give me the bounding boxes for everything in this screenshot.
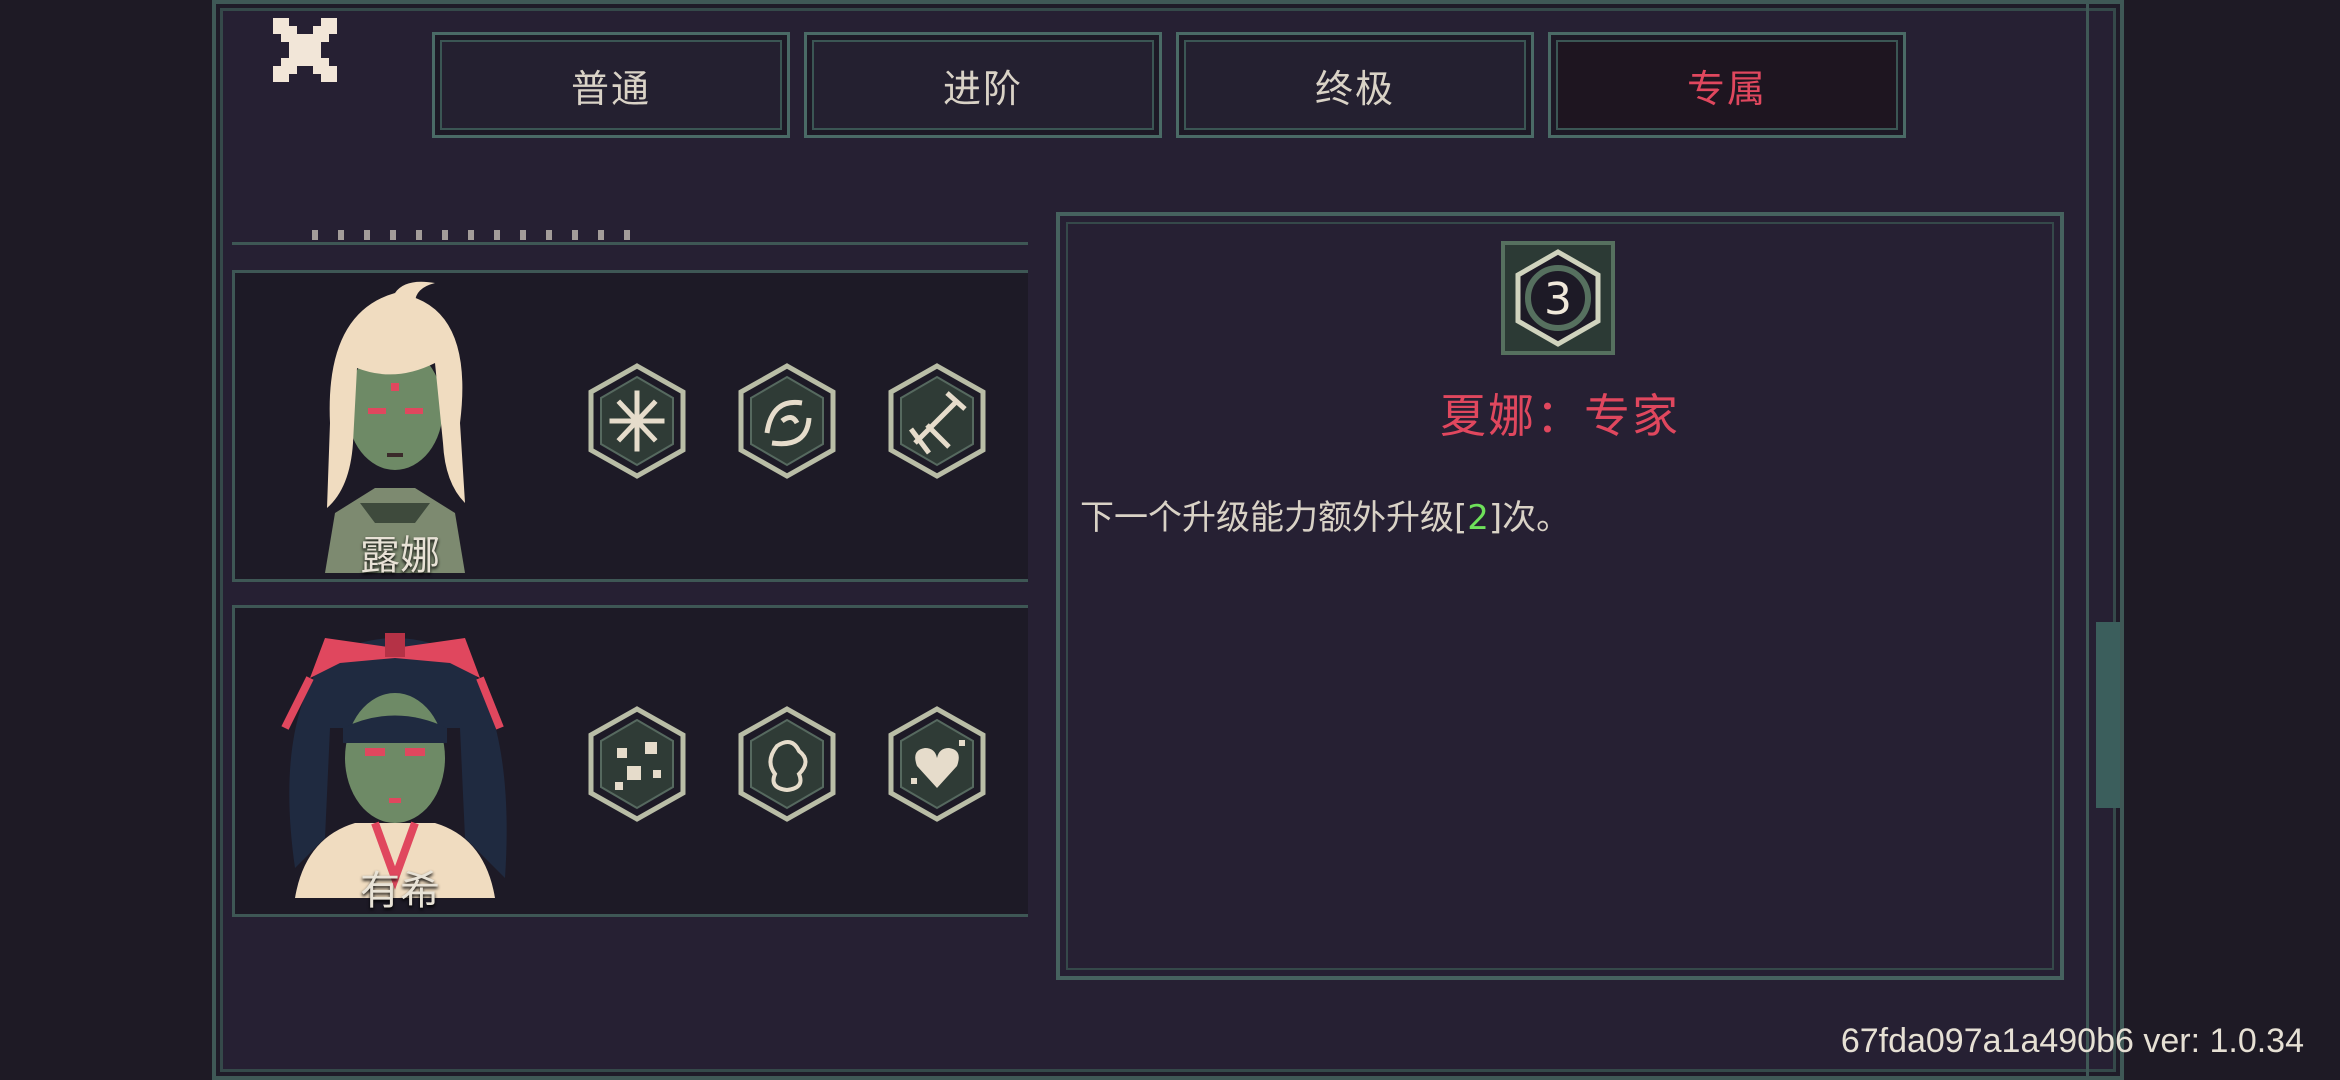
character-card-luna[interactable]: 露娜 xyxy=(232,270,1028,582)
character-name: 有希 xyxy=(360,868,440,914)
tab-normal[interactable]: 普通 xyxy=(432,32,790,138)
version-label: 67fda097a1a490b6 ver: 1.0.34 xyxy=(1840,1022,2304,1060)
screen: 普通 进阶 终极 专属 露娜 有希 3 夏娜：专家 下一个升级能力额外升级[2]… xyxy=(0,0,2340,1080)
list-divider xyxy=(232,230,1028,245)
rank-badge-icon: 3 xyxy=(1501,241,1615,355)
rank-number: 3 xyxy=(1544,274,1572,325)
character-card-yuki[interactable]: 有希 xyxy=(232,605,1028,917)
character-name: 露娜 xyxy=(360,533,440,579)
close-button[interactable] xyxy=(265,10,345,90)
bloom-skill-icon[interactable] xyxy=(587,706,687,822)
comet-skill-icon[interactable] xyxy=(887,363,987,479)
scroll-track[interactable] xyxy=(2086,0,2126,1080)
tab-ultimate[interactable]: 终极 xyxy=(1176,32,1534,138)
detail-description: 下一个升级能力额外升级[2]次。 xyxy=(1080,490,1570,539)
character-list[interactable]: 露娜 有希 xyxy=(232,225,1028,935)
detail-title: 夏娜：专家 xyxy=(1440,389,1680,443)
scroll-thumb[interactable] xyxy=(2096,622,2120,808)
tab-exclusive[interactable]: 专属 xyxy=(1548,32,1906,138)
heart-skill-icon[interactable] xyxy=(887,706,987,822)
swirl-skill-icon[interactable] xyxy=(737,363,837,479)
desc-suffix: ]次。 xyxy=(1488,498,1571,538)
starburst-skill-icon[interactable] xyxy=(587,363,687,479)
upgrade-count: 2 xyxy=(1467,498,1489,538)
desc-prefix: 下一个升级能力额外升级[ xyxy=(1080,498,1468,538)
tab-advanced[interactable]: 进阶 xyxy=(804,32,1162,138)
spirit-skill-icon[interactable] xyxy=(737,706,837,822)
close-icon xyxy=(273,18,337,82)
